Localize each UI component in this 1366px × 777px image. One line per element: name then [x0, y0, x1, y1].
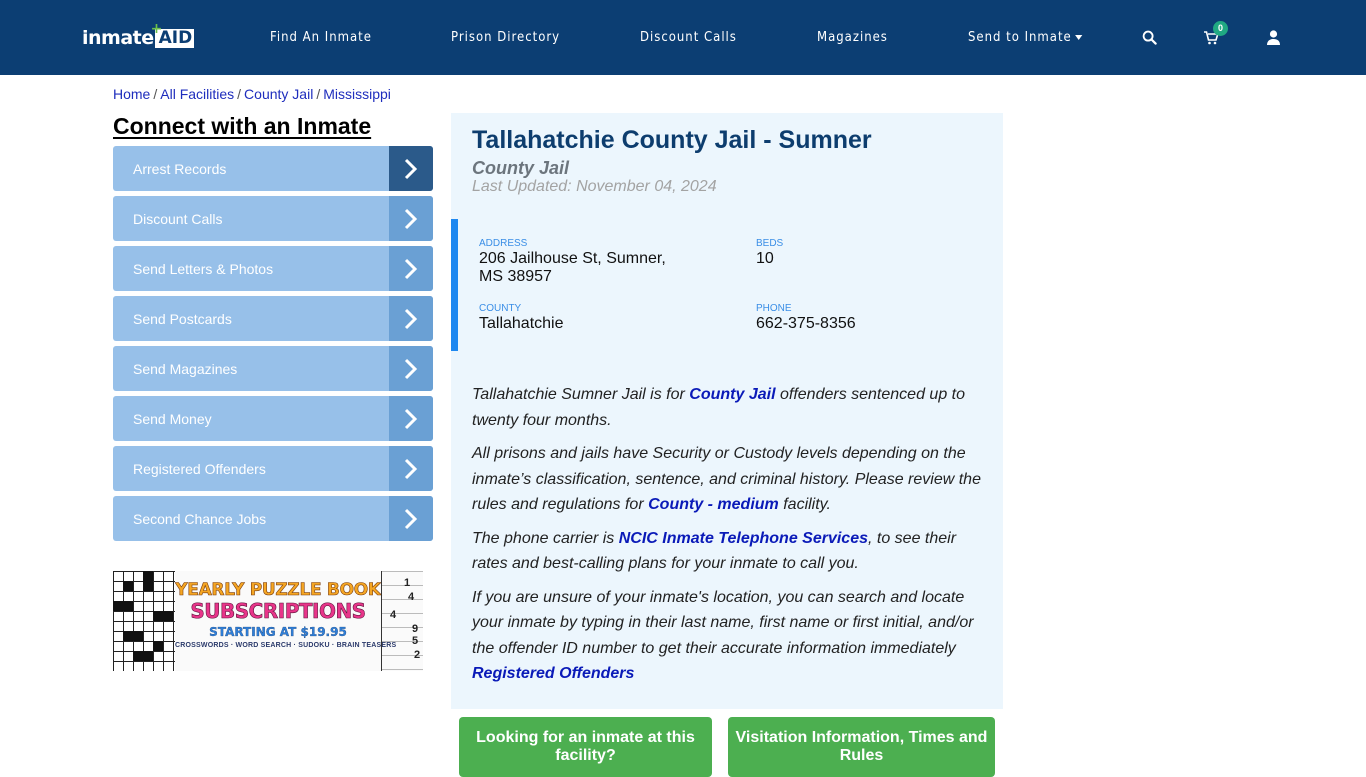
ad-price: STARTING AT $19.95 [209, 625, 347, 639]
sidebar-title: Connect with an Inmate [113, 113, 372, 139]
sidebar-item-arrest-records[interactable]: Arrest Records [113, 146, 433, 191]
phone-value: 662-375-8356 [756, 315, 856, 332]
chevron-right-icon [389, 396, 433, 441]
sidebar-menu: Arrest Records Discount Calls Send Lette… [113, 146, 433, 546]
description-paragraph: Tallahatchie Sumner Jail is for County J… [472, 386, 965, 429]
breadcrumb-mississippi[interactable]: Mississippi [323, 86, 391, 102]
phone-field: PHONE 662-375-8356 [756, 303, 856, 333]
chevron-right-icon [389, 496, 433, 541]
sidebar-item-discount-calls[interactable]: Discount Calls [113, 196, 433, 241]
county-jail-link[interactable]: County Jail [689, 386, 775, 403]
cart-button[interactable]: 0 [1200, 21, 1228, 48]
ad-headline: YEARLY PUZZLE BOOK [175, 580, 381, 601]
ad-subheadline: SUBSCRIPTIONS [190, 599, 366, 623]
facility-title: Tallahatchie County Jail - Sumner [472, 126, 872, 154]
puzzle-book-ad-banner[interactable]: YEARLY PUZZLE BOOK SUBSCRIPTIONS STARTIN… [113, 571, 423, 671]
nav-magazines[interactable]: Magazines [817, 30, 888, 45]
top-navbar: inmate + AID Find An Inmate Prison Directo… [0, 0, 1366, 75]
sidebar-item-send-money[interactable]: Send Money [113, 396, 433, 441]
address-field: ADDRESS 206 Jailhouse St, Sumner, MS 389… [479, 238, 666, 286]
sidebar-item-send-magazines[interactable]: Send Magazines [113, 346, 433, 391]
facility-info-box: ADDRESS 206 Jailhouse St, Sumner, MS 389… [451, 219, 1003, 351]
breadcrumb-all-facilities[interactable]: All Facilities [160, 86, 234, 102]
phone-carrier-link[interactable]: NCIC Inmate Telephone Services [619, 530, 868, 547]
inmateaid-logo[interactable]: inmate + AID [82, 20, 195, 50]
cart-count-badge: 0 [1213, 21, 1228, 36]
search-button[interactable] [1138, 26, 1160, 48]
chevron-right-icon [389, 196, 433, 241]
county-value: Tallahatchie [479, 315, 564, 332]
sidebar-item-registered-offenders[interactable]: Registered Offenders [113, 446, 433, 491]
county-label: COUNTY [479, 303, 522, 314]
facility-card: Tallahatchie County Jail - Sumner County… [451, 113, 1003, 709]
ad-tagline: CROSSWORDS · WORD SEARCH · SUDOKU · BRAI… [175, 642, 397, 649]
address-line2: MS 38957 [479, 268, 552, 285]
last-updated: Last Updated: November 04, 2024 [472, 178, 717, 195]
beds-value: 10 [756, 250, 774, 267]
nav-send-to-inmate[interactable]: Send to Inmate [968, 30, 1083, 45]
facility-description: Tallahatchie Sumner Jail is for County J… [472, 382, 987, 695]
phone-label: PHONE [756, 303, 792, 314]
find-inmate-at-facility-button[interactable]: Looking for an inmate at this facility? [459, 717, 712, 777]
caret-down-icon [1075, 35, 1083, 40]
logo-accent: + AID [150, 20, 195, 48]
chevron-right-icon [389, 146, 433, 191]
description-paragraph: If you are unsure of your inmate's locat… [472, 588, 974, 683]
account-button[interactable] [1262, 26, 1284, 48]
sidebar-item-send-postcards[interactable]: Send Postcards [113, 296, 433, 341]
logo-plus-icon: + [150, 20, 163, 37]
crossword-grid-graphic [113, 571, 175, 671]
nav-find-an-inmate[interactable]: Find An Inmate [270, 30, 372, 45]
description-paragraph: The phone carrier is NCIC Inmate Telepho… [472, 529, 957, 573]
logo-text: inmate [82, 27, 154, 49]
address-label: ADDRESS [479, 238, 528, 249]
search-icon [1142, 30, 1157, 45]
facility-type: County Jail [472, 158, 570, 178]
sudoku-grid-graphic: 1 4 4 9 5 2 [381, 571, 423, 671]
nav-prison-directory[interactable]: Prison Directory [451, 30, 560, 45]
chevron-right-icon [389, 446, 433, 491]
breadcrumb: Home / All Facilities / County Jail / Mississi… [113, 86, 391, 102]
sidebar-item-second-chance-jobs[interactable]: Second Chance Jobs [113, 496, 433, 541]
address-line1: 206 Jailhouse St, Sumner, [479, 250, 666, 267]
breadcrumb-home[interactable]: Home [113, 86, 150, 102]
beds-field: BEDS 10 [756, 238, 783, 268]
security-level-link[interactable]: County - medium [648, 496, 779, 513]
sidebar-item-send-letters-photos[interactable]: Send Letters & Photos [113, 246, 433, 291]
nav-discount-calls[interactable]: Discount Calls [640, 30, 737, 45]
chevron-right-icon [389, 296, 433, 341]
county-field: COUNTY Tallahatchie [479, 303, 564, 333]
description-paragraph: All prisons and jails have Security or C… [472, 445, 981, 513]
beds-label: BEDS [756, 238, 784, 249]
registered-offenders-link[interactable]: Registered Offenders [472, 665, 634, 682]
chevron-right-icon [389, 346, 433, 391]
user-icon [1266, 29, 1280, 45]
breadcrumb-county-jail[interactable]: County Jail [244, 86, 313, 102]
chevron-right-icon [389, 246, 433, 291]
visitation-info-button[interactable]: Visitation Information, Times and Rules [728, 717, 995, 777]
